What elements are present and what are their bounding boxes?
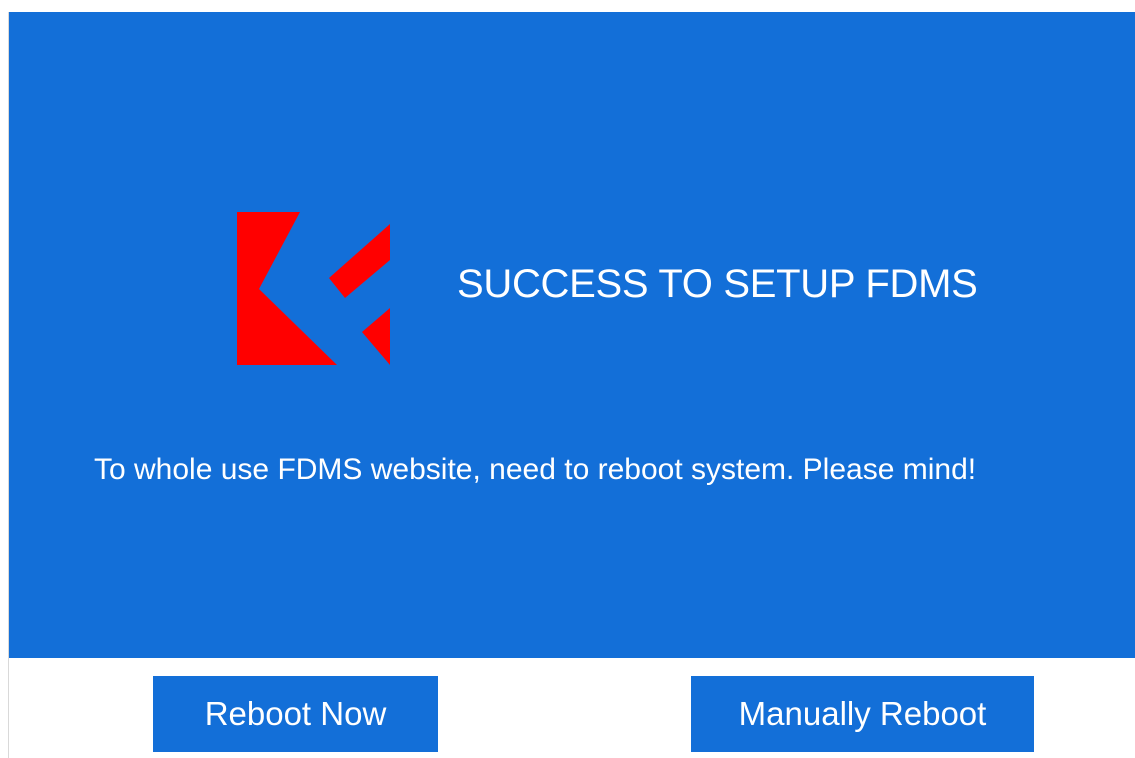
dialog-title: SUCCESS TO SETUP FDMS	[457, 262, 978, 306]
success-banner: SUCCESS TO SETUP FDMS To whole use FDMS …	[9, 12, 1135, 658]
fdms-logo-icon	[237, 212, 390, 365]
manually-reboot-button[interactable]: Manually Reboot	[691, 676, 1034, 752]
reboot-message: To whole use FDMS website, need to reboo…	[94, 453, 977, 486]
reboot-now-button[interactable]: Reboot Now	[153, 676, 438, 752]
setup-success-dialog: SUCCESS TO SETUP FDMS To whole use FDMS …	[8, 12, 1135, 758]
